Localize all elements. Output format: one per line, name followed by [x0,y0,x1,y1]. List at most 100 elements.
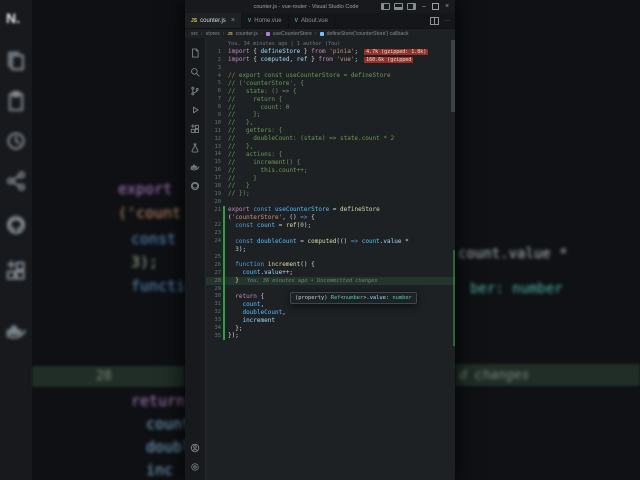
code-text: }; [228,324,243,332]
tab-home-vue[interactable]: V Home.vue [241,13,289,28]
breadcrumb-file[interactable]: counter.js [236,31,258,37]
toggle-secondary-sidebar-icon[interactable] [407,3,416,10]
modified-line-marker [223,331,225,340]
maximize-button[interactable] [432,3,439,10]
line-number: 27 [214,269,222,276]
tab-counter-js[interactable]: JS counter.js × [185,13,242,28]
code-row[interactable]: 24 const doubleCount = computed(() => co… [206,237,455,246]
modified-line-marker [223,245,225,254]
code-text: // count: 0 [228,103,290,111]
line-number: 12 [214,135,222,142]
code-row[interactable]: You, 34 minutes ago | 1 author (You) [206,40,455,48]
code-text: // increment() { [228,158,301,166]
code-rows: You, 34 minutes ago | 1 author (You) 1 imp… [206,38,455,480]
line-number: 2 [217,56,221,63]
search-icon[interactable] [190,62,200,81]
code-row[interactable]: 1 import { defineStore } from 'pinia'; 4.7… [206,48,455,56]
code-row[interactable]: 4 // export const useCounterStore = defin… [206,72,455,80]
testing-icon[interactable] [190,138,200,157]
code-row[interactable]: 20 [206,198,455,206]
code-row[interactable]: 19 // }); [206,190,455,198]
line-number: 5 [217,80,221,87]
code-row[interactable]: 3); [206,245,455,254]
import-cost-badge: 4.7k (gzipped: 1.8k) [364,49,429,56]
breadcrumb-stores[interactable]: stores [206,31,220,37]
code-row[interactable]: 8 // count: 0 [206,103,455,111]
close-button[interactable]: × [443,0,451,13]
source-control-icon[interactable] [190,81,200,100]
code-row[interactable]: 21 export const useCounterStore = defineS… [206,205,455,214]
code-row[interactable]: 9 // }; [206,111,455,119]
code-row[interactable]: 6 // state: () => { [206,87,455,95]
code-row[interactable]: 26 function increment() { [206,260,455,269]
editor-scrollbar[interactable] [451,40,455,112]
code-row[interactable]: 18 // } [206,182,455,190]
code-text: }); [228,332,239,340]
code-row[interactable]: 23 [206,229,455,238]
line-number: 25 [214,253,222,260]
code-row[interactable]: 14 // actions: { [206,150,455,158]
hover-tooltip: (property) Ref<number>.value: number [290,292,417,304]
code-text: // return { [228,95,283,103]
code-row[interactable]: 13 // }, [206,143,455,151]
line-number: 14 [214,151,222,158]
code-row[interactable]: 27 count.value++; [206,268,455,277]
line-number: 3 [217,64,221,71]
code-row[interactable]: 32 doubleCount, [206,308,455,317]
modified-line-marker [223,213,225,222]
code-row[interactable]: 28 } You, 36 minutes ago • Uncommitted ch… [206,276,455,285]
modified-line-marker [223,103,225,111]
github-icon[interactable] [190,176,200,195]
code-row[interactable]: 34 }; [206,324,455,332]
line-number: 6 [217,88,221,95]
line-number: 29 [214,285,222,292]
code-row[interactable]: 5 // ('counterStore', { [206,79,455,87]
code-row[interactable]: 25 [206,253,455,261]
line-number: 13 [214,143,222,150]
extensions-icon[interactable] [190,119,200,138]
modified-line-marker [223,64,225,72]
code-row[interactable]: 7 // return { [206,95,455,103]
code-row[interactable]: 17 // } [206,174,455,182]
code-row[interactable]: ('counterStore', () => { [206,213,455,222]
line-number: 30 [214,293,222,300]
minimize-button[interactable]: – [420,0,428,13]
docker-icon [5,320,27,342]
code-text: // }); [228,190,250,198]
tab-about-vue[interactable]: V About.vue [288,13,335,28]
modified-line-marker [223,119,225,127]
symbol-callback-icon [319,31,324,36]
code-row[interactable]: 33 increment [206,316,455,325]
code-row[interactable]: 12 // doubleCount: (state) => state.count… [206,135,455,143]
code-row[interactable]: 22 const count = ref(0); [206,221,455,230]
docker-icon[interactable] [190,157,200,176]
vscode-window: counter.js - vue-router - Visual Studio … [185,0,455,480]
toggle-panel-icon[interactable] [394,3,403,10]
code-text: // doubleCount: (state) => state.count *… [228,135,395,143]
tab-label: Home.vue [254,17,282,24]
breadcrumb-src[interactable]: src [191,31,198,37]
code-row[interactable]: 2 import { computed, ref } from 'vue'; 160… [206,56,455,64]
modified-line-marker [223,56,225,64]
toggle-sidebar-icon[interactable] [381,3,390,10]
breadcrumb-callback[interactable]: defineStore('counterStore') callback [327,31,409,37]
code-row[interactable]: 16 // this.count++; [206,166,455,174]
explorer-icon[interactable] [190,43,200,62]
close-tab-icon[interactable]: × [231,17,235,24]
line-number: 35 [214,332,222,339]
modified-line-marker [223,292,225,301]
settings-icon[interactable] [190,457,200,476]
vue-icon: V [294,17,298,24]
editor[interactable]: You, 34 minutes ago | 1 author (You) 1 imp… [206,38,455,480]
code-row[interactable]: 11 // getters: { [206,127,455,135]
breadcrumb-symbol[interactable]: useCounterStore [273,31,312,37]
code-row[interactable]: 35}); [206,331,455,340]
code-row[interactable]: 15 // increment() { [206,158,455,166]
run-and-debug-icon[interactable] [190,100,200,119]
account-icon[interactable] [190,438,200,457]
more-actions-icon[interactable]: ··· [444,18,450,24]
code-row[interactable]: 10 // }, [206,119,455,127]
split-editor-icon[interactable] [430,16,439,25]
tab-label: counter.js [200,17,226,24]
code-row[interactable]: 3 [206,64,455,72]
